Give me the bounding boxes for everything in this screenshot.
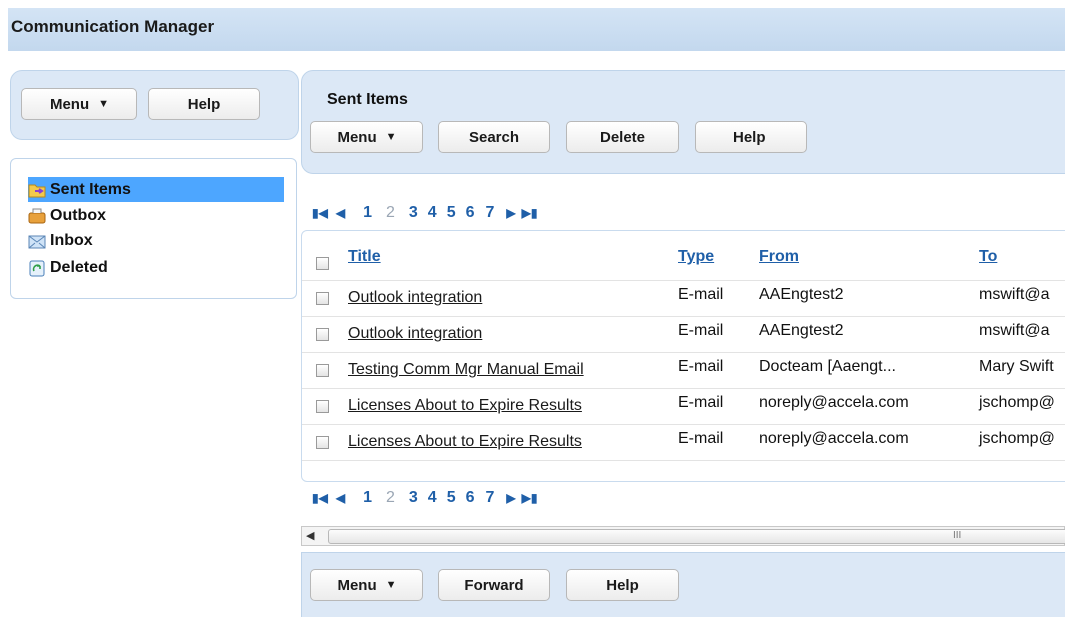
row-type: E-mail <box>678 358 724 375</box>
column-to[interactable]: To <box>979 248 997 266</box>
row-checkbox[interactable] <box>316 400 329 413</box>
horizontal-scrollbar[interactable]: ◀ III <box>301 526 1065 546</box>
last-page-icon[interactable]: ▶▮ <box>522 491 538 505</box>
page-link-5[interactable]: 5 <box>447 204 456 222</box>
page-link-6[interactable]: 6 <box>466 489 475 507</box>
select-all-checkbox[interactable] <box>316 257 329 270</box>
scroll-left-icon[interactable]: ◀ <box>306 529 314 542</box>
menu-dropdown-icon: ▼ <box>385 578 397 591</box>
last-page-icon[interactable]: ▶▮ <box>522 206 538 220</box>
column-title[interactable]: Title <box>348 248 381 266</box>
table-row[interactable]: Licenses About to Expire Results E-mail … <box>302 389 1065 425</box>
messages-table: Title Type From To Outlook integration E… <box>301 230 1065 482</box>
page-link-4[interactable]: 4 <box>428 204 437 222</box>
folder-label: Outbox <box>50 206 106 224</box>
row-to: mswift@a <box>979 286 1050 303</box>
folder-label: Deleted <box>50 258 108 276</box>
row-type: E-mail <box>678 322 724 339</box>
page-link-1[interactable]: 1 <box>363 204 372 222</box>
folder-label: Inbox <box>50 231 93 249</box>
bottom-menu-label: Menu <box>337 576 377 594</box>
column-from[interactable]: From <box>759 248 799 266</box>
scrollbar-grip: III <box>953 530 962 541</box>
next-page-icon[interactable]: ▶ <box>506 491 515 505</box>
page-link-5[interactable]: 5 <box>447 489 456 507</box>
outbox-icon <box>28 207 46 225</box>
folder-outbox[interactable]: Outbox <box>28 203 106 228</box>
app-title: Communication Manager <box>8 8 1065 51</box>
column-type[interactable]: Type <box>678 248 714 266</box>
left-help-button[interactable]: Help <box>148 88 260 120</box>
row-from: AAEngtest2 <box>759 286 844 303</box>
row-to: jschomp@ <box>979 394 1055 411</box>
table-row[interactable]: Licenses About to Expire Results E-mail … <box>302 425 1065 461</box>
folder-sent-items[interactable]: Sent Items <box>28 177 284 202</box>
row-to: Mary Swift <box>979 358 1054 375</box>
row-from: AAEngtest2 <box>759 322 844 339</box>
bottom-help-button[interactable]: Help <box>566 569 679 601</box>
table-header-row: Title Type From To <box>302 231 1065 281</box>
row-checkbox[interactable] <box>316 328 329 341</box>
row-checkbox[interactable] <box>316 436 329 449</box>
row-title[interactable]: Licenses About to Expire Results <box>348 433 582 451</box>
table-row[interactable]: Outlook integration E-mail AAEngtest2 ms… <box>302 317 1065 353</box>
recycle-bin-icon <box>28 259 46 277</box>
scrollbar-thumb[interactable]: III <box>328 529 1065 544</box>
menu-dropdown-icon: ▼ <box>385 130 397 143</box>
page-title: Sent Items <box>327 91 408 108</box>
row-to: mswift@a <box>979 322 1050 339</box>
page-link-2[interactable]: 2 <box>386 489 395 507</box>
left-menu-button[interactable]: Menu ▼ <box>21 88 137 120</box>
page-link-3[interactable]: 3 <box>409 204 418 222</box>
forward-button[interactable]: Forward <box>438 569 550 601</box>
table-row[interactable]: Testing Comm Mgr Manual Email E-mail Doc… <box>302 353 1065 389</box>
page-link-4[interactable]: 4 <box>428 489 437 507</box>
main-menu-button[interactable]: Menu ▼ <box>310 121 423 153</box>
row-title[interactable]: Testing Comm Mgr Manual Email <box>348 361 584 379</box>
sent-items-folder-icon <box>28 181 46 199</box>
row-type: E-mail <box>678 430 724 447</box>
first-page-icon[interactable]: ▮◀ <box>312 491 328 505</box>
page-link-7[interactable]: 7 <box>486 489 495 507</box>
row-title[interactable]: Outlook integration <box>348 289 482 307</box>
pager-top: ▮◀ ◀ 1 2 3 4 5 6 7 ▶ ▶▮ <box>312 201 546 225</box>
row-title[interactable]: Outlook integration <box>348 325 482 343</box>
main-help-button[interactable]: Help <box>695 121 807 153</box>
delete-button[interactable]: Delete <box>566 121 679 153</box>
page-link-1[interactable]: 1 <box>363 489 372 507</box>
folder-label: Sent Items <box>50 180 131 198</box>
row-type: E-mail <box>678 286 724 303</box>
search-button[interactable]: Search <box>438 121 550 153</box>
page-link-3[interactable]: 3 <box>409 489 418 507</box>
folder-inbox[interactable]: Inbox <box>28 228 93 253</box>
next-page-icon[interactable]: ▶ <box>506 206 515 220</box>
inbox-icon <box>28 232 46 250</box>
row-from: noreply@accela.com <box>759 394 909 411</box>
prev-page-icon[interactable]: ◀ <box>336 491 345 505</box>
bottom-menu-button[interactable]: Menu ▼ <box>310 569 423 601</box>
menu-dropdown-icon: ▼ <box>98 97 109 110</box>
row-checkbox[interactable] <box>316 364 329 377</box>
row-type: E-mail <box>678 394 724 411</box>
row-from: noreply@accela.com <box>759 430 909 447</box>
row-from: Docteam [Aaengt... <box>759 358 896 375</box>
first-page-icon[interactable]: ▮◀ <box>312 206 328 220</box>
row-checkbox[interactable] <box>316 292 329 305</box>
table-row[interactable]: Outlook integration E-mail AAEngtest2 ms… <box>302 281 1065 317</box>
page-link-6[interactable]: 6 <box>466 204 475 222</box>
pager-bottom: ▮◀ ◀ 1 2 3 4 5 6 7 ▶ ▶▮ <box>312 486 546 510</box>
row-title[interactable]: Licenses About to Expire Results <box>348 397 582 415</box>
prev-page-icon[interactable]: ◀ <box>336 206 345 220</box>
main-menu-label: Menu <box>337 128 377 146</box>
page-link-7[interactable]: 7 <box>486 204 495 222</box>
folder-deleted[interactable]: Deleted <box>28 255 108 280</box>
row-to: jschomp@ <box>979 430 1055 447</box>
folder-tree: Sent Items Outbox Inbox Deleted <box>10 158 297 299</box>
page-link-2[interactable]: 2 <box>386 204 395 222</box>
left-menu-label: Menu <box>49 95 90 113</box>
